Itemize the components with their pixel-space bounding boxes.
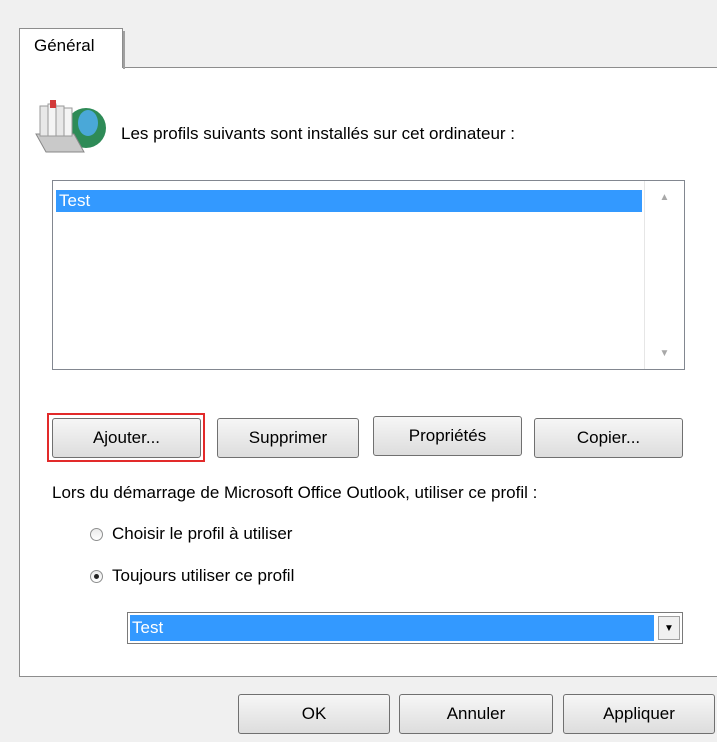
tab-general[interactable]: Général: [19, 28, 125, 69]
profiles-listbox[interactable]: Test ▲ ▼: [52, 180, 685, 370]
dropdown-arrow-icon[interactable]: ▼: [658, 616, 680, 640]
profile-list-item[interactable]: Test: [56, 190, 642, 212]
radio-prompt-label: Choisir le profil à utiliser: [112, 524, 293, 543]
panel-bottom-border: [19, 676, 717, 677]
startup-label: Lors du démarrage de Microsoft Office Ou…: [52, 483, 538, 502]
radio-always-use-profile[interactable]: Toujours utiliser ce profil: [90, 566, 294, 586]
copy-profile-button[interactable]: Copier...: [534, 418, 683, 458]
profiles-intro-text: Les profils suivants sont installés sur …: [121, 124, 516, 143]
scroll-up-arrow-icon[interactable]: ▲: [645, 192, 684, 203]
properties-button[interactable]: Propriétés: [373, 416, 522, 456]
scroll-down-arrow-icon[interactable]: ▼: [645, 348, 684, 359]
radio-always-label: Toujours utiliser ce profil: [112, 566, 295, 585]
delete-profile-button[interactable]: Supprimer: [217, 418, 359, 458]
tab-general-label: Général: [34, 36, 95, 55]
mail-profiles-icon: [35, 100, 106, 153]
ok-button[interactable]: OK: [238, 694, 390, 734]
radio-button-icon[interactable]: [90, 527, 103, 541]
default-profile-dropdown[interactable]: Test ▼: [127, 612, 683, 644]
listbox-scrollbar[interactable]: ▲ ▼: [644, 181, 684, 369]
apply-button[interactable]: Appliquer: [563, 694, 715, 734]
default-profile-value: Test: [130, 615, 654, 641]
add-profile-button[interactable]: Ajouter...: [52, 418, 201, 458]
radio-button-checked-icon[interactable]: [90, 569, 103, 583]
cancel-button[interactable]: Annuler: [399, 694, 553, 734]
radio-prompt-profile[interactable]: Choisir le profil à utiliser: [90, 524, 292, 544]
